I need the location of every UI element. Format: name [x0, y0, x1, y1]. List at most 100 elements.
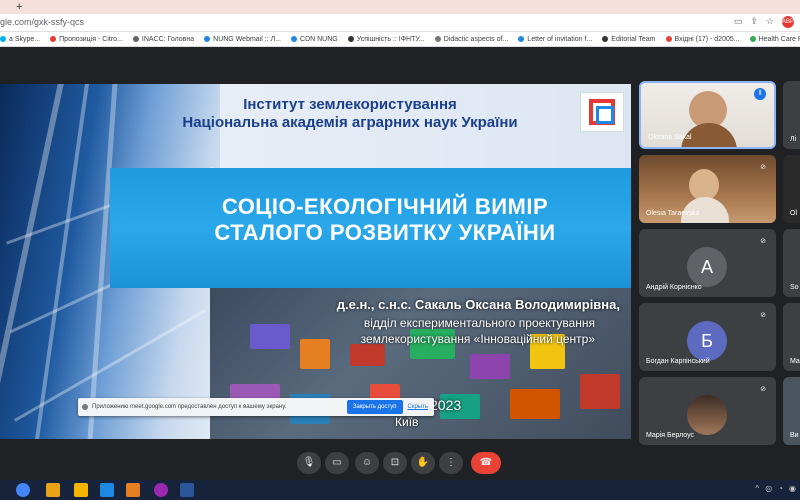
chrome-icon[interactable]	[16, 483, 30, 497]
bookmark-item[interactable]: a Skype...	[0, 32, 40, 46]
meeting-controls: 🎙 ▭ ☺ ⊡ ✋ ⋮ ☎	[0, 452, 800, 474]
bookmark-label: Успішність :: ІФНТУ...	[356, 35, 425, 43]
bookmark-icon	[204, 36, 211, 42]
bookmark-item[interactable]: CDN NUNG	[291, 32, 338, 46]
participant-name: Марія Берлоус	[646, 432, 695, 439]
side-tile-1[interactable]: Лі	[783, 81, 800, 149]
bookmark-label: Вхідні (17) - d2005...	[674, 35, 740, 43]
bookmark-label: NUNG Webmail :: Л...	[213, 35, 282, 43]
title-line-1: СОЦІО-ЕКОЛОГІЧНИЙ ВИМІР	[221, 194, 549, 219]
author-name: д.е.н., с.н.с. Сакаль Оксана Володимирів…	[336, 297, 620, 312]
side-tile-2[interactable]: Ol	[783, 155, 800, 223]
institute-line-1: Інститут землекористування	[243, 96, 457, 113]
toolbar-icons: ▭ ⇪ ☆ ABP	[734, 16, 794, 28]
new-tab-button[interactable]: +	[16, 0, 22, 14]
wifi-icon[interactable]: ◉	[789, 484, 796, 493]
bookmark-item[interactable]: INACC: Головна	[132, 32, 195, 46]
dept-line-1: відділ експериментального проектування	[363, 316, 595, 330]
chevron-up-icon[interactable]: ^	[755, 484, 759, 493]
bookmark-item[interactable]: Health Care Resou...	[749, 32, 800, 46]
side-participant-name: Ви	[790, 432, 799, 439]
camera-icon[interactable]: ▭	[734, 16, 743, 28]
side-tile-5[interactable]: Ви	[783, 377, 800, 445]
bookmark-item[interactable]: Вхідні (17) - d2005...	[665, 32, 740, 46]
title-line-2: СТАЛОГО РОЗВИТКУ УКРАЇНИ	[214, 220, 556, 245]
side-participant-name: So	[790, 284, 799, 291]
files-icon[interactable]	[126, 483, 140, 497]
mic-icon[interactable]: 🎙	[297, 452, 321, 474]
speaking-indicator-icon: ⦀	[754, 88, 766, 100]
save-icon[interactable]	[100, 483, 114, 497]
present-icon[interactable]: ⊡	[383, 452, 407, 474]
shared-slide: Інститут землекористування Національна а…	[0, 84, 631, 439]
adblock-badge[interactable]: ABP	[782, 16, 794, 28]
dept-line-2: землекористування «Інноваційний центр»	[360, 332, 595, 346]
avatar	[687, 395, 727, 435]
end-call-icon[interactable]: ☎	[471, 452, 501, 474]
network-icon[interactable]: ◎	[765, 484, 772, 493]
volume-icon[interactable]: ◔	[778, 484, 783, 493]
bookmark-label: Letter of invitation f...	[527, 35, 593, 43]
tab-strip: +	[0, 0, 800, 14]
raise-hand-icon[interactable]: ✋	[411, 452, 435, 474]
side-tile-3[interactable]: So	[783, 229, 800, 297]
bookmark-label: Didactic aspects of...	[443, 35, 509, 43]
bookmark-label: Пропозиція - Citro...	[59, 35, 123, 43]
mic-off-icon: ⊘	[760, 312, 766, 319]
bookmark-icon	[347, 36, 354, 42]
participant-tile-mariia[interactable]: ⊘ Марія Берлоус	[639, 377, 776, 445]
bookmark-icon	[602, 36, 609, 42]
bookmark-item[interactable]: Пропозиція - Citro...	[50, 32, 123, 46]
bookmark-icon	[434, 36, 441, 42]
notice-text: Приложению meet.google.com предоставлен …	[92, 404, 287, 410]
store-icon[interactable]	[46, 483, 60, 497]
participant-tile-andrii[interactable]: ⊘ А Андрій Корнієнко	[639, 229, 776, 297]
camera-icon[interactable]: ▭	[325, 452, 349, 474]
participant-tile-olesia[interactable]: ⊘ Olesia Taraevska	[639, 155, 776, 223]
institute-line-2: Національна академія аграрних наук Украї…	[182, 114, 518, 131]
bookmark-label: a Skype...	[9, 35, 41, 43]
bookmark-icon	[291, 36, 298, 42]
side-participant-name: Ol	[790, 210, 797, 217]
bookmark-label: INACC: Головна	[141, 35, 195, 43]
participant-name: Андрій Корнієнко	[646, 284, 702, 291]
share-indicator-icon	[82, 404, 88, 410]
star-icon[interactable]: ☆	[766, 16, 774, 28]
share-icon[interactable]: ⇪	[750, 16, 758, 28]
participant-name: Olesia Taraevska	[646, 210, 700, 217]
participant-tile-bohdan[interactable]: ⊘ Б Богдан Карпінський	[639, 303, 776, 371]
bookmark-icon	[0, 36, 6, 42]
stop-sharing-button[interactable]: Закрыть доступ	[346, 400, 403, 414]
bookmark-item[interactable]: Didactic aspects of...	[434, 32, 509, 46]
side-tile-4[interactable]: Ма	[783, 303, 800, 371]
slide-city: Київ	[395, 415, 419, 429]
viber-icon[interactable]	[154, 483, 168, 497]
emoji-icon[interactable]: ☺	[355, 452, 379, 474]
slide-title: СОЦІО-ЕКОЛОГІЧНИЙ ВИМІР СТАЛОГО РОЗВИТКУ…	[150, 194, 620, 246]
address-bar[interactable]: gle.com/gxk-ssfy-qcs ▭ ⇪ ☆ ABP	[0, 14, 800, 32]
bookmark-label: CDN NUNG	[300, 35, 338, 43]
side-participant-name: Лі	[790, 136, 797, 143]
participant-tile-oksana[interactable]: ⦀ Oksana Sakal	[639, 81, 776, 149]
word-icon[interactable]	[180, 483, 194, 497]
bookmark-item[interactable]: Editorial Team	[602, 32, 656, 46]
bookmark-item[interactable]: NUNG Webmail :: Л...	[204, 32, 281, 46]
screen-share-notice: Приложению meet.google.com предоставлен …	[78, 398, 434, 416]
taskbar: ^ ◎ ◔ ◉	[0, 480, 800, 500]
more-icon[interactable]: ⋮	[439, 452, 463, 474]
side-participant-name: Ма	[790, 358, 800, 365]
mic-off-icon: ⊘	[760, 164, 766, 171]
url-text[interactable]: gle.com/gxk-ssfy-qcs	[0, 17, 84, 27]
bookmark-item[interactable]: Успішність :: ІФНТУ...	[347, 32, 425, 46]
hide-notice-link[interactable]: Скрыть	[408, 404, 428, 410]
bookmark-icon	[665, 36, 672, 42]
bookmark-icon	[50, 36, 57, 42]
bookmark-item[interactable]: Letter of invitation f...	[518, 32, 592, 46]
department: відділ експериментального проектування з…	[220, 315, 595, 347]
avatar: А	[687, 247, 727, 287]
folder-icon[interactable]	[74, 483, 88, 497]
bookmark-icon	[132, 36, 139, 42]
institute-heading: Інститут землекористування Національна а…	[130, 96, 570, 132]
participant-name: Богдан Карпінський	[646, 358, 710, 365]
mic-off-icon: ⊘	[760, 238, 766, 245]
